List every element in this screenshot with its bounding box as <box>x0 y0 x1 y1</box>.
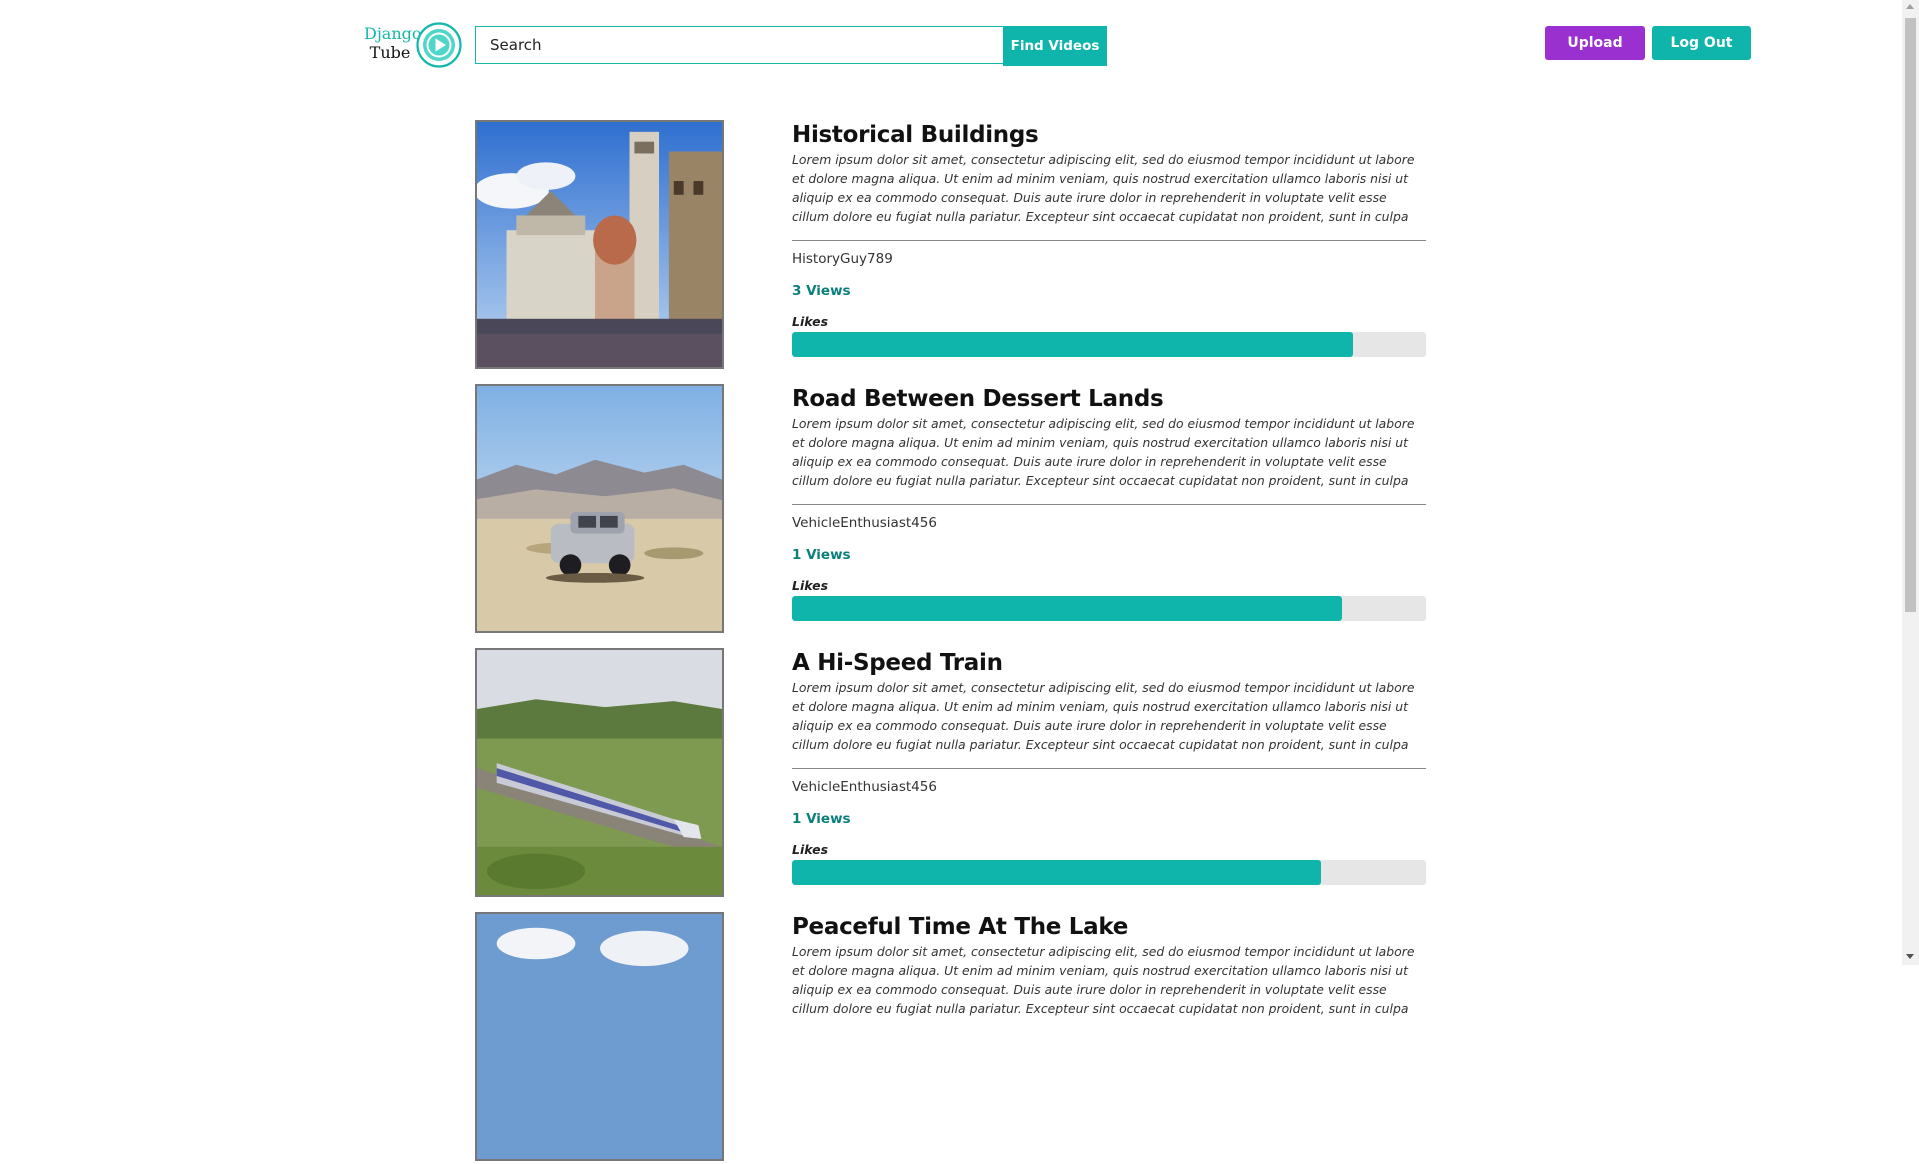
scroll-down-icon[interactable] <box>1906 954 1914 959</box>
video-item: Road Between Dessert Lands Lorem ipsum d… <box>475 384 1427 636</box>
likes-label: Likes <box>792 842 829 857</box>
video-author: VehicleEnthusiast456 <box>792 779 937 795</box>
video-author: VehicleEnthusiast456 <box>792 515 937 531</box>
likes-bar <box>792 860 1426 885</box>
logo-line-2: Tube <box>369 43 411 62</box>
thumbnail-image <box>477 386 722 631</box>
likes-bar-fill <box>792 332 1354 357</box>
upload-button[interactable]: Upload <box>1545 26 1645 60</box>
video-thumbnail[interactable] <box>475 120 724 369</box>
video-title[interactable]: Peaceful Time At The Lake <box>792 912 1426 942</box>
video-views: 1 Views <box>792 547 851 563</box>
video-item: Historical Buildings Lorem ipsum dolor s… <box>475 120 1427 372</box>
find-videos-button[interactable]: Find Videos <box>1003 26 1107 66</box>
video-author: HistoryGuy789 <box>792 251 893 267</box>
thumbnail-image <box>477 650 722 895</box>
likes-label: Likes <box>792 314 829 329</box>
video-description: Lorem ipsum dolor sit amet, consectetur … <box>792 680 1415 752</box>
video-views: 1 Views <box>792 811 851 827</box>
search-input[interactable] <box>475 26 1003 64</box>
log-out-button[interactable]: Log Out <box>1652 26 1751 60</box>
video-thumbnail[interactable] <box>475 648 724 897</box>
video-description: Lorem ipsum dolor sit amet, consectetur … <box>792 944 1415 1016</box>
video-title[interactable]: Historical Buildings <box>792 120 1426 150</box>
divider <box>792 504 1426 505</box>
video-description: Lorem ipsum dolor sit amet, consectetur … <box>792 416 1415 488</box>
video-description: Lorem ipsum dolor sit amet, consectetur … <box>792 152 1415 224</box>
video-info: Peaceful Time At The Lake Lorem ipsum do… <box>792 912 1426 1018</box>
video-info: A Hi-Speed Train Lorem ipsum dolor sit a… <box>792 648 1426 885</box>
logo-text: Django Tube <box>364 24 422 62</box>
top-header: Django Tube Find Videos Upload Log Out <box>0 0 1919 90</box>
divider <box>792 768 1426 769</box>
video-title[interactable]: Road Between Dessert Lands <box>792 384 1426 414</box>
thumbnail-image <box>477 122 722 367</box>
scrollbar-thumb[interactable] <box>1905 18 1916 612</box>
likes-bar <box>792 596 1426 621</box>
vertical-scrollbar[interactable] <box>1902 0 1919 965</box>
likes-bar <box>792 332 1426 357</box>
video-thumbnail[interactable] <box>475 912 724 1161</box>
thumbnail-image <box>477 914 722 1159</box>
scroll-up-icon[interactable] <box>1906 4 1914 9</box>
logo-line-1: Django <box>364 24 422 43</box>
likes-bar-fill <box>792 860 1321 885</box>
video-title[interactable]: A Hi-Speed Train <box>792 648 1426 678</box>
video-views: 3 Views <box>792 283 851 299</box>
divider <box>792 240 1426 241</box>
video-item: Peaceful Time At The Lake Lorem ipsum do… <box>475 912 1427 1164</box>
video-thumbnail[interactable] <box>475 384 724 633</box>
video-item: A Hi-Speed Train Lorem ipsum dolor sit a… <box>475 648 1427 900</box>
site-logo[interactable]: Django Tube <box>364 22 464 70</box>
play-icon <box>416 22 462 68</box>
likes-bar-fill <box>792 596 1342 621</box>
video-info: Road Between Dessert Lands Lorem ipsum d… <box>792 384 1426 621</box>
likes-label: Likes <box>792 578 829 593</box>
video-info: Historical Buildings Lorem ipsum dolor s… <box>792 120 1426 357</box>
